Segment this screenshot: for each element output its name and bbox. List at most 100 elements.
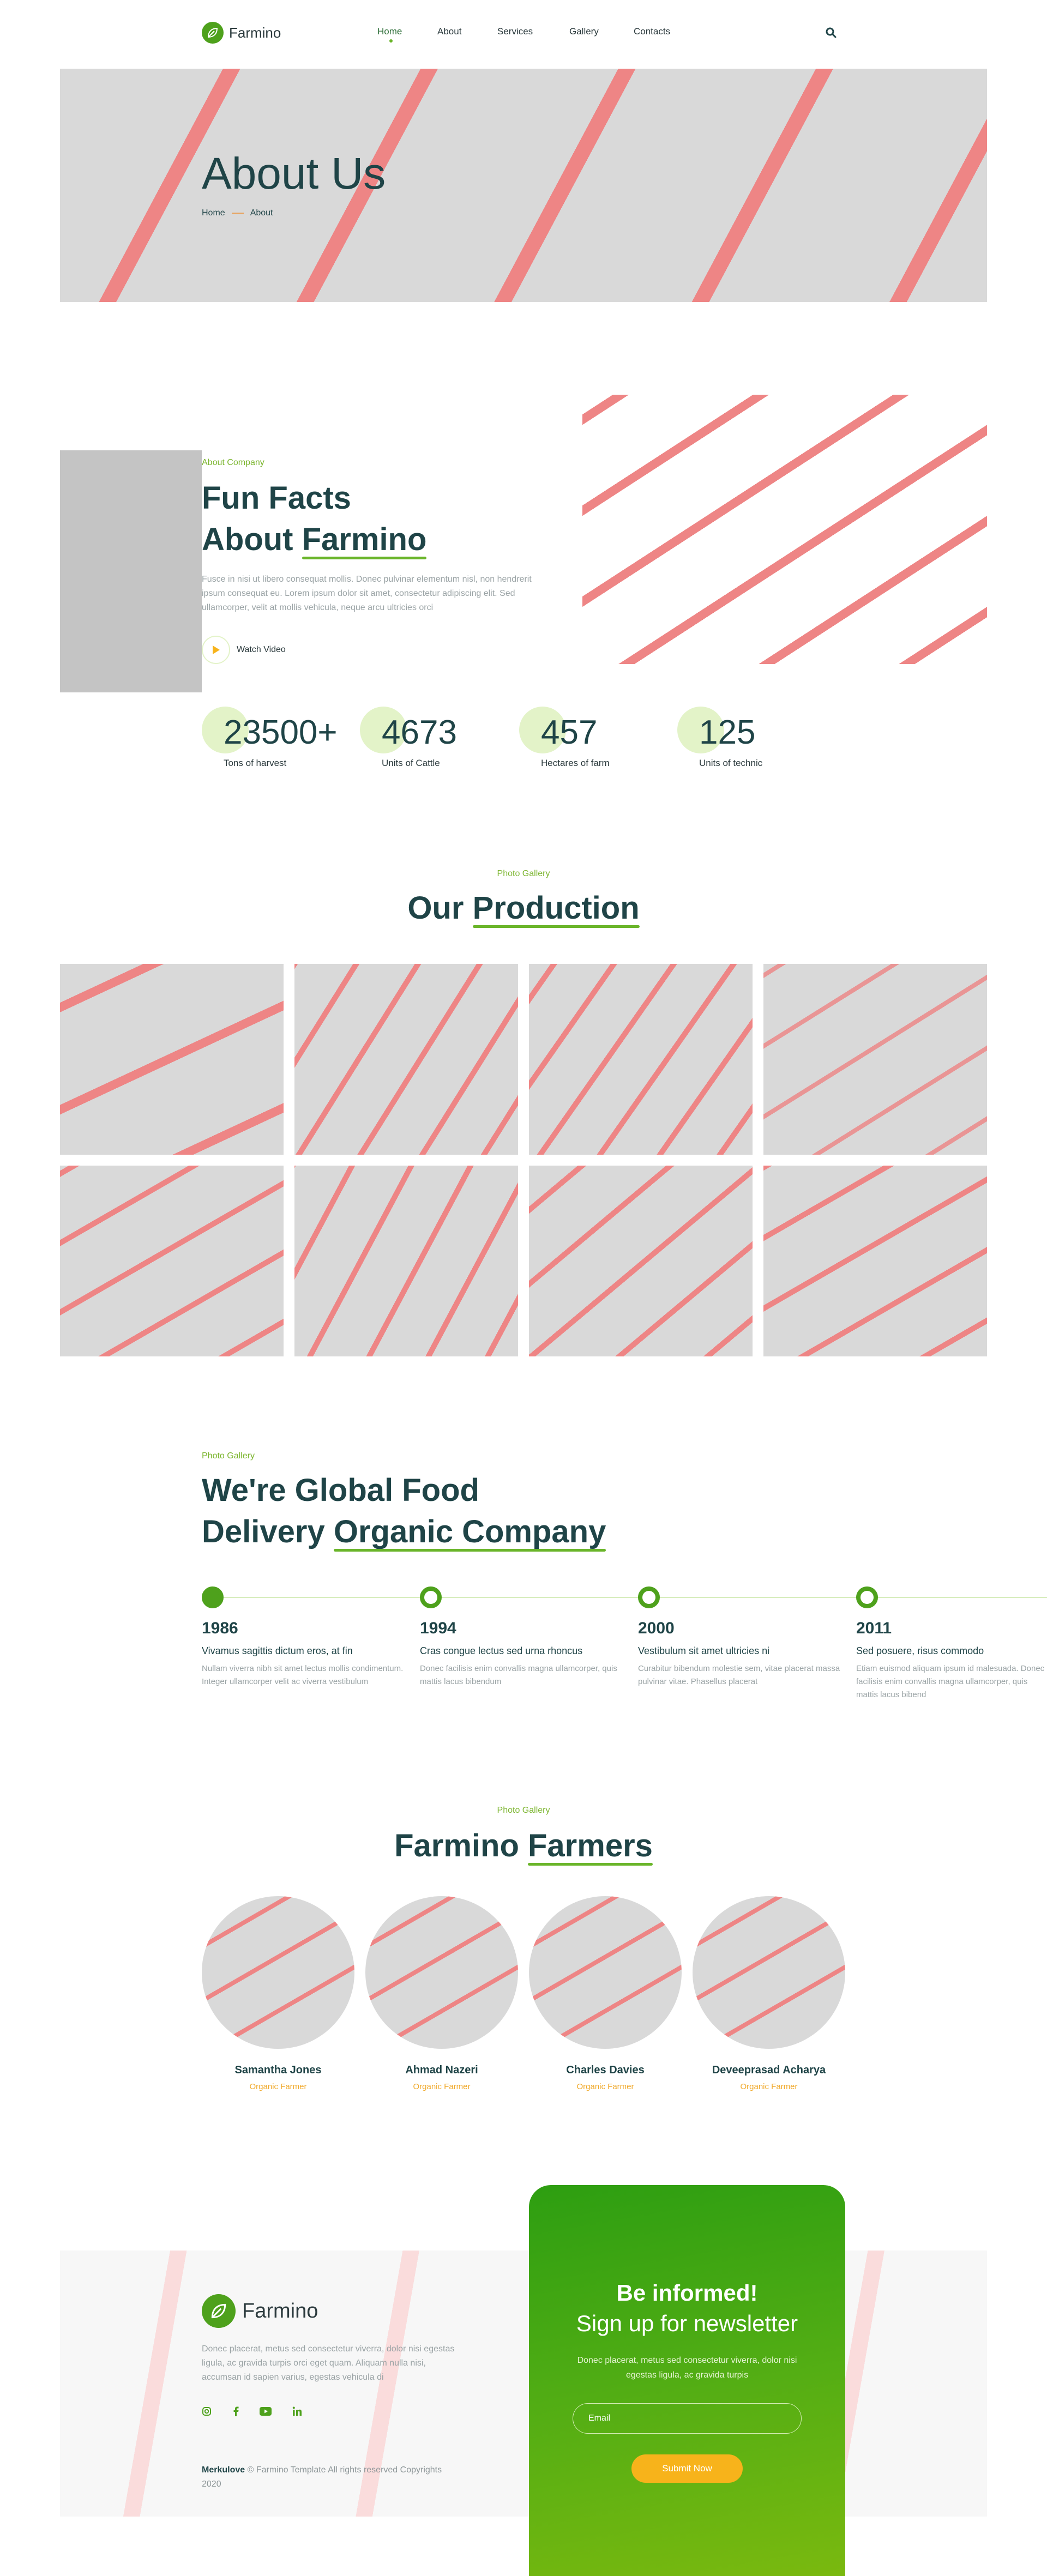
facebook-icon[interactable] [232, 2406, 239, 2419]
stat-value: 457 [541, 714, 598, 751]
breadcrumb-home[interactable]: Home [202, 208, 225, 218]
nav-active-dot [389, 39, 393, 43]
breadcrumb-separator-icon [231, 213, 244, 214]
timeline-text: Nullam viverra nibh sit amet lectus moll… [202, 1664, 404, 1686]
timeline-dot-icon [638, 1586, 660, 1608]
farmer-name: Ahmad Nazeri [405, 2064, 478, 2076]
submit-button[interactable]: Submit Now [631, 2454, 743, 2483]
nav-gallery[interactable]: Gallery [569, 26, 599, 37]
site-footer: Farmino Donec placerat, metus sed consec… [60, 2251, 987, 2517]
youtube-icon[interactable] [260, 2407, 272, 2418]
stat-item: 125 Units of technic [677, 707, 830, 777]
social-links [202, 2406, 302, 2419]
history-title-accent: Organic Company [333, 1511, 606, 1553]
gallery-image[interactable] [60, 964, 284, 1155]
farmers-title-plain: Farmino [394, 1828, 528, 1863]
about-eyebrow: About Company [202, 458, 264, 467]
farmer-name: Charles Davies [566, 2064, 645, 2076]
nav-services[interactable]: Services [497, 26, 533, 37]
gallery-image[interactable] [294, 964, 518, 1155]
gallery-image[interactable] [763, 964, 987, 1155]
timeline-title: Vestibulum sit amet ultricies ni [638, 1645, 770, 1656]
avatar [365, 1896, 518, 2049]
brand-name: Farmino [229, 24, 281, 41]
about-title: Fun Facts About Farmino [202, 478, 426, 560]
timeline-dot-icon [420, 1586, 442, 1608]
newsletter-title: Be informed! [616, 2280, 758, 2306]
copyright: Merkulove © Farmino Template All rights … [202, 2463, 464, 2491]
stat-item: 457 Hectares of farm [519, 707, 672, 777]
nav-home[interactable]: Home [377, 26, 402, 37]
watch-video-button[interactable]: Watch Video [202, 636, 286, 664]
stat-value: 4673 [382, 714, 457, 751]
gallery-image[interactable] [763, 1166, 987, 1356]
newsletter-card: Be informed! Sign up for newsletter Done… [529, 2185, 845, 2576]
production-title-plain: Our [407, 890, 473, 926]
stat-label: Tons of harvest [224, 758, 287, 768]
timeline-dot-icon [202, 1586, 224, 1608]
breadcrumb: Home About [202, 208, 273, 218]
logo[interactable]: Farmino [202, 22, 281, 44]
farmer-card[interactable]: Charles Davies Organic Farmer [529, 1896, 682, 2091]
footer-logo[interactable]: Farmino [202, 2294, 318, 2328]
timeline-item: 2011 Sed posuere, risus commodo Etiam eu… [856, 1586, 1046, 1702]
timeline-text: Donec facilisis enim convallis magna ull… [420, 1664, 617, 1686]
gallery-image[interactable] [60, 1166, 284, 1356]
nav-about[interactable]: About [437, 26, 461, 37]
leaf-logo-icon [202, 2294, 236, 2328]
production-title: Our Production [0, 888, 1047, 929]
farmer-card[interactable]: Ahmad Nazeri Organic Farmer [365, 1896, 518, 2091]
instagram-icon[interactable] [202, 2406, 212, 2419]
timeline-item: 2000 Vestibulum sit amet ultricies ni Cu… [638, 1586, 845, 1688]
farmer-card[interactable]: Samantha Jones Organic Farmer [202, 1896, 354, 2091]
timeline-text: Curabitur bibendum molestie sem, vitae p… [638, 1664, 840, 1686]
timeline-year: 1994 [420, 1619, 456, 1637]
avatar [529, 1896, 682, 2049]
avatar [693, 1896, 845, 2049]
breadcrumb-current: About [250, 208, 273, 218]
farmers-title-accent: Farmers [528, 1825, 653, 1867]
about-title-line1: Fun Facts [202, 480, 351, 516]
farmers-title: Farmino Farmers [0, 1825, 1047, 1867]
timeline-text: Etiam euismod aliquam ipsum id malesuada… [856, 1664, 1045, 1699]
linkedin-icon[interactable] [292, 2406, 302, 2419]
timeline-year: 1986 [202, 1619, 238, 1637]
history-title: We're Global Food Delivery Organic Compa… [202, 1470, 606, 1553]
stat-item: 23500+ Tons of harvest [202, 707, 354, 777]
leaf-logo-icon [202, 22, 224, 44]
farmer-card[interactable]: Deveeprasad Acharya Organic Farmer [693, 1896, 845, 2091]
timeline-dot-icon [856, 1586, 878, 1608]
farmer-role: Organic Farmer [576, 2082, 634, 2091]
history-title-line1: We're Global Food [202, 1473, 479, 1508]
farmer-role: Organic Farmer [413, 2082, 471, 2091]
watch-video-label: Watch Video [237, 645, 286, 654]
timeline-item: 1986 Vivamus sagittis dictum eros, at fi… [202, 1586, 409, 1688]
timeline-year: 2011 [856, 1619, 892, 1637]
history-eyebrow: Photo Gallery [202, 1451, 255, 1461]
about-side-image [60, 450, 202, 692]
production-title-accent: Production [472, 888, 640, 929]
newsletter-text: Donec placerat, metus sed consectetur vi… [577, 2356, 797, 2380]
footer-brand-name: Farmino [242, 2299, 318, 2322]
timeline-item: 1994 Cras congue lectus sed urna rhoncus… [420, 1586, 627, 1688]
timeline-title: Sed posuere, risus commodo [856, 1645, 984, 1656]
gallery-image[interactable] [529, 1166, 753, 1356]
newsletter-email-input[interactable] [573, 2403, 802, 2434]
about-text: Fusce in nisi ut libero consequat mollis… [202, 575, 532, 612]
about-main-image [582, 395, 987, 664]
nav-contacts[interactable]: Contacts [634, 26, 670, 37]
about-title-line2: About [202, 522, 302, 557]
stat-label: Units of technic [699, 758, 763, 768]
farmers-eyebrow: Photo Gallery [497, 1806, 550, 1815]
footer-text: Donec placerat, metus sed consectetur vi… [202, 2344, 455, 2382]
gallery-image[interactable] [294, 1166, 518, 1356]
hero-banner: About Us Home About [60, 69, 987, 302]
timeline-year: 2000 [638, 1619, 675, 1637]
avatar [202, 1896, 354, 2049]
gallery-image[interactable] [529, 964, 753, 1155]
farmer-name: Samantha Jones [234, 2064, 322, 2076]
search-icon[interactable] [826, 27, 837, 41]
timeline-title: Cras congue lectus sed urna rhoncus [420, 1645, 583, 1656]
timeline-title: Vivamus sagittis dictum eros, at fin [202, 1645, 353, 1656]
stat-value: 125 [699, 714, 756, 751]
